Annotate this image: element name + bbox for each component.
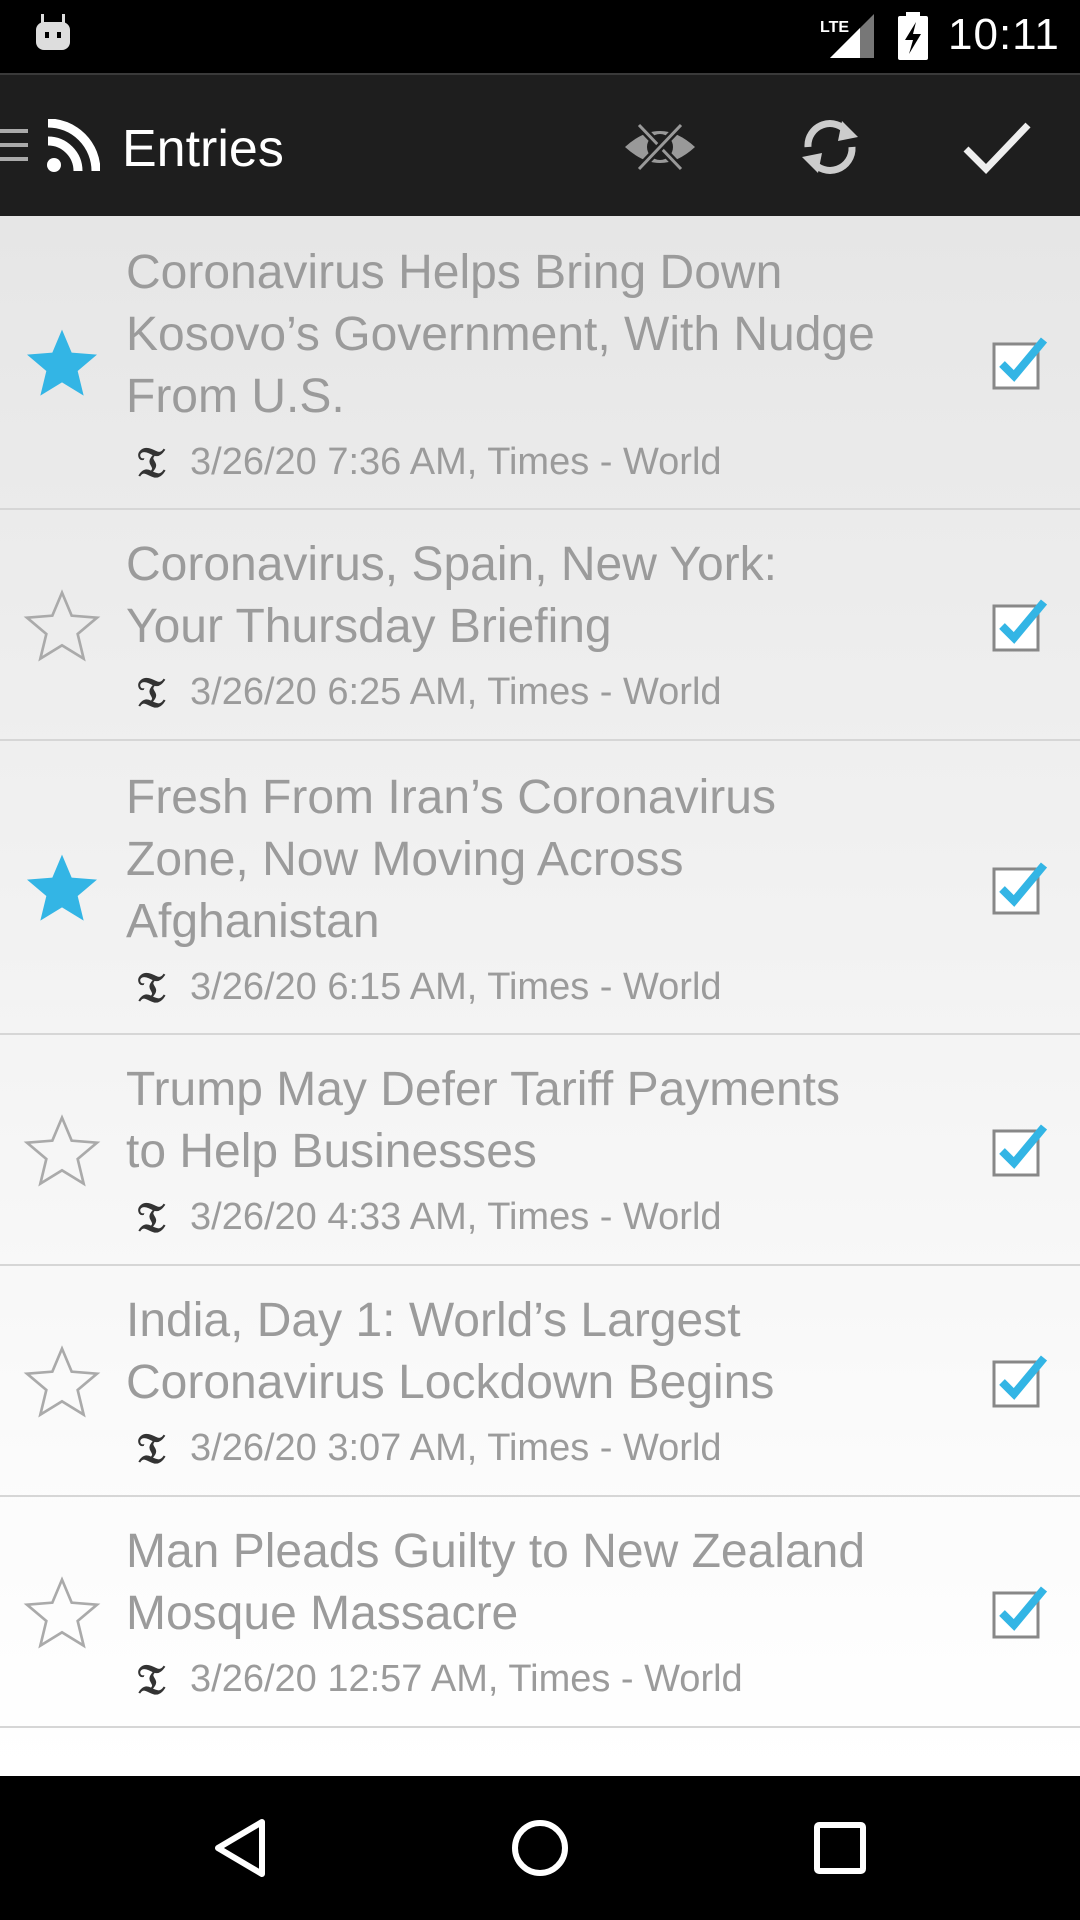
svg-text:𝔗: 𝔗	[137, 671, 166, 715]
entry-title-line: From U.S.	[126, 370, 345, 423]
entry-meta: 𝔗 3/26/20 6:25 AM, Times - World	[130, 668, 722, 716]
read-checkbox[interactable]	[990, 859, 1048, 917]
refresh-button[interactable]	[788, 105, 872, 189]
lte-label: LTE	[820, 19, 849, 36]
entry-title: Coronavirus Helps Bring Down Kosovo’s Go…	[126, 242, 956, 428]
nyt-logo-icon: 𝔗	[137, 441, 166, 485]
home-icon[interactable]	[500, 1808, 580, 1888]
entry-title: Coronavirus, Spain, New York: Your Thurs…	[126, 534, 956, 658]
entry-meta: 𝔗 3/26/20 12:57 AM, Times - World	[130, 1655, 743, 1703]
menu-icon[interactable]	[0, 125, 30, 165]
page-title: Entries	[122, 120, 284, 178]
entry-meta: 𝔗 3/26/20 4:33 AM, Times - World	[130, 1193, 722, 1241]
entry-meta: 𝔗 3/26/20 6:15 AM, Times - World	[130, 963, 722, 1011]
star-filled-icon[interactable]	[22, 848, 102, 928]
entry-date-source: 3/26/20 3:07 AM, Times - World	[190, 1426, 722, 1469]
read-checkbox[interactable]	[990, 334, 1048, 392]
entry-meta: 𝔗 3/26/20 3:07 AM, Times - World	[130, 1424, 722, 1472]
entry-title-line: Afghanistan	[126, 895, 380, 948]
list-item[interactable]: Coronavirus Helps Bring Down Kosovo’s Go…	[0, 216, 1080, 510]
nyt-logo-icon: 𝔗	[137, 1427, 166, 1471]
entry-title-line: Coronavirus Helps Bring Down	[126, 246, 783, 299]
nyt-logo-icon: 𝔗	[137, 1196, 166, 1240]
star-outline-icon[interactable]	[22, 586, 102, 666]
refresh-icon	[802, 120, 858, 174]
entry-title-line: Man Pleads Guilty to New Zealand	[126, 1525, 866, 1578]
back-icon[interactable]	[200, 1808, 280, 1888]
star-outline-icon[interactable]	[22, 1573, 102, 1653]
entry-date-source: 3/26/20 6:25 AM, Times - World	[190, 670, 722, 713]
star-outline-icon[interactable]	[22, 1111, 102, 1191]
hide-read-icon	[625, 122, 695, 172]
nyt-logo-icon: 𝔗	[137, 1658, 166, 1702]
read-checkbox[interactable]	[990, 1583, 1048, 1641]
read-checkbox[interactable]	[990, 596, 1048, 654]
action-bar: Entries	[0, 73, 1080, 216]
svg-text:𝔗: 𝔗	[137, 441, 166, 485]
entry-title: Man Pleads Guilty to New Zealand Mosque …	[126, 1521, 956, 1645]
rss-icon[interactable]	[46, 119, 100, 173]
star-filled-icon[interactable]	[22, 323, 102, 403]
entry-date-source: 3/26/20 7:36 AM, Times - World	[190, 440, 722, 483]
list-item[interactable]: India, Day 1: World’s Largest Coronaviru…	[0, 1266, 1080, 1497]
android-icon	[36, 14, 70, 50]
svg-text:𝔗: 𝔗	[137, 1658, 166, 1702]
status-bar: LTE 10:11	[0, 0, 1080, 73]
entry-title: Trump May Defer Tariff Payments to Help …	[126, 1059, 956, 1183]
read-checkbox[interactable]	[990, 1352, 1048, 1410]
svg-text:𝔗: 𝔗	[137, 1196, 166, 1240]
entry-list[interactable]: Coronavirus Helps Bring Down Kosovo’s Go…	[0, 216, 1080, 1776]
mark-all-read-button[interactable]	[955, 105, 1039, 189]
entry-title-line: Your Thursday Briefing	[126, 600, 612, 653]
entry-title: India, Day 1: World’s Largest Coronaviru…	[126, 1290, 956, 1414]
hide-read-button[interactable]	[618, 105, 702, 189]
entry-title: Fresh From Iran’s Coronavirus Zone, Now …	[126, 767, 956, 953]
nyt-logo-icon: 𝔗	[137, 671, 166, 715]
entry-date-source: 3/26/20 4:33 AM, Times - World	[190, 1195, 722, 1238]
entry-title-line: Fresh From Iran’s Coronavirus	[126, 771, 776, 824]
read-checkbox[interactable]	[990, 1121, 1048, 1179]
status-time: 10:11	[948, 10, 1060, 59]
svg-text:𝔗: 𝔗	[137, 1427, 166, 1471]
star-outline-icon[interactable]	[22, 1342, 102, 1422]
entry-title-line: Zone, Now Moving Across	[126, 833, 684, 886]
entry-title-line: to Help Businesses	[126, 1125, 537, 1178]
entry-title-line: Coronavirus Lockdown Begins	[126, 1356, 775, 1409]
entry-title-line: Mosque Massacre	[126, 1587, 519, 1640]
entry-title-line: Kosovo’s Government, With Nudge	[126, 308, 875, 361]
entry-title-line: Trump May Defer Tariff Payments	[126, 1063, 840, 1116]
svg-text:𝔗: 𝔗	[137, 966, 166, 1010]
entry-date-source: 3/26/20 6:15 AM, Times - World	[190, 965, 722, 1008]
list-item[interactable]: Man Pleads Guilty to New Zealand Mosque …	[0, 1497, 1080, 1728]
navigation-bar	[0, 1776, 1080, 1920]
mark-read-icon	[963, 122, 1031, 175]
nyt-logo-icon: 𝔗	[137, 966, 166, 1010]
list-item[interactable]: Fresh From Iran’s Coronavirus Zone, Now …	[0, 741, 1080, 1035]
list-item[interactable]: Coronavirus, Spain, New York: Your Thurs…	[0, 510, 1080, 741]
battery-charging-icon	[898, 12, 928, 60]
entry-title-line: India, Day 1: World’s Largest	[126, 1294, 741, 1347]
lte-signal-icon: LTE	[820, 14, 874, 58]
list-item[interactable]: Trump May Defer Tariff Payments to Help …	[0, 1035, 1080, 1266]
entry-date-source: 3/26/20 12:57 AM, Times - World	[190, 1657, 743, 1700]
recents-icon[interactable]	[800, 1808, 880, 1888]
entry-meta: 𝔗 3/26/20 7:36 AM, Times - World	[130, 438, 722, 486]
entry-title-line: Coronavirus, Spain, New York:	[126, 538, 777, 591]
